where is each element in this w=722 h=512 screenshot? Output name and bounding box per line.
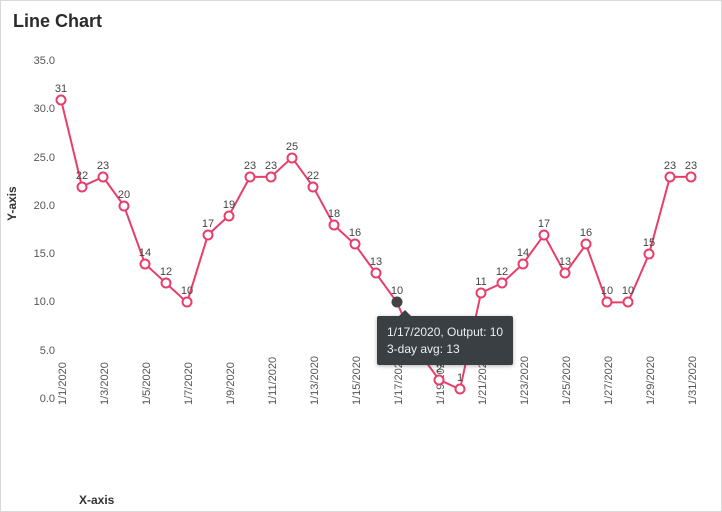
y-axis-label: Y-axis [5, 186, 19, 221]
data-label: 20 [118, 189, 130, 201]
data-point[interactable] [203, 229, 214, 240]
data-label: 10 [181, 286, 193, 298]
y-tick: 30.0 [34, 103, 55, 115]
y-tick: 10.0 [34, 296, 55, 308]
data-point[interactable] [518, 258, 529, 269]
data-label: 10 [601, 286, 613, 298]
data-point[interactable] [455, 384, 466, 395]
data-point[interactable] [602, 297, 613, 308]
data-point[interactable] [371, 268, 382, 279]
data-label: 16 [580, 228, 592, 240]
plot-area[interactable]: 0.05.010.015.020.025.030.035.01/1/20201/… [61, 61, 691, 399]
data-point[interactable] [266, 171, 277, 182]
data-label: 31 [55, 83, 67, 95]
data-point[interactable] [182, 297, 193, 308]
data-point[interactable] [350, 239, 361, 250]
data-label: 12 [496, 266, 508, 278]
data-point[interactable] [224, 210, 235, 221]
data-point[interactable] [98, 171, 109, 182]
y-tick: 0.0 [40, 393, 55, 405]
data-label: 10 [622, 286, 634, 298]
y-tick: 35.0 [34, 55, 55, 67]
data-label: 25 [286, 141, 298, 153]
data-label: 22 [307, 170, 319, 182]
data-label: 23 [97, 160, 109, 172]
data-point[interactable] [665, 171, 676, 182]
data-point[interactable] [539, 229, 550, 240]
data-label: 14 [139, 247, 151, 259]
data-point[interactable] [623, 297, 634, 308]
data-label: 11 [475, 276, 486, 288]
data-point[interactable] [329, 220, 340, 231]
data-label: 19 [223, 199, 235, 211]
data-point[interactable] [686, 171, 697, 182]
x-axis-label: X-axis [79, 493, 114, 507]
line-path [61, 61, 691, 399]
data-point[interactable] [392, 297, 403, 308]
y-tick: 20.0 [34, 200, 55, 212]
data-point[interactable] [119, 200, 130, 211]
data-label: 23 [685, 160, 697, 172]
y-tick: 25.0 [34, 152, 55, 164]
data-point[interactable] [287, 152, 298, 163]
data-label: 23 [265, 160, 277, 172]
data-point[interactable] [476, 287, 487, 298]
data-label: 23 [664, 160, 676, 172]
data-point[interactable] [161, 278, 172, 289]
chart-card: Line Chart Y-axis X-axis 0.0 5.0 10.0 15.0 2… [0, 0, 722, 512]
data-label: 18 [328, 208, 340, 220]
data-label: 1 [457, 373, 463, 385]
data-point[interactable] [497, 278, 508, 289]
y-tick: 15.0 [34, 248, 55, 260]
data-point[interactable] [140, 258, 151, 269]
data-label: 12 [160, 266, 172, 278]
data-label: 14 [517, 247, 529, 259]
data-point[interactable] [56, 94, 67, 105]
data-label: 16 [349, 228, 361, 240]
data-point[interactable] [77, 181, 88, 192]
y-tick: 5.0 [40, 345, 55, 357]
data-point[interactable] [581, 239, 592, 250]
chart-title: Line Chart [1, 1, 721, 36]
tooltip-line2: 3-day avg: 13 [387, 341, 503, 357]
data-point[interactable] [434, 374, 445, 385]
data-point[interactable] [308, 181, 319, 192]
data-point[interactable] [560, 268, 571, 279]
tooltip: 1/17/2020, Output: 103-day avg: 13 [377, 316, 513, 364]
data-label: 23 [244, 160, 256, 172]
tooltip-line1: 1/17/2020, Output: 10 [387, 324, 503, 340]
data-point[interactable] [245, 171, 256, 182]
data-label: 15 [643, 237, 655, 249]
data-point[interactable] [644, 249, 655, 260]
data-label: 10 [391, 286, 403, 298]
data-label: 17 [538, 218, 550, 230]
data-label: 17 [202, 218, 214, 230]
data-label: 13 [559, 257, 571, 269]
data-label: 22 [76, 170, 88, 182]
data-label: 13 [370, 257, 382, 269]
